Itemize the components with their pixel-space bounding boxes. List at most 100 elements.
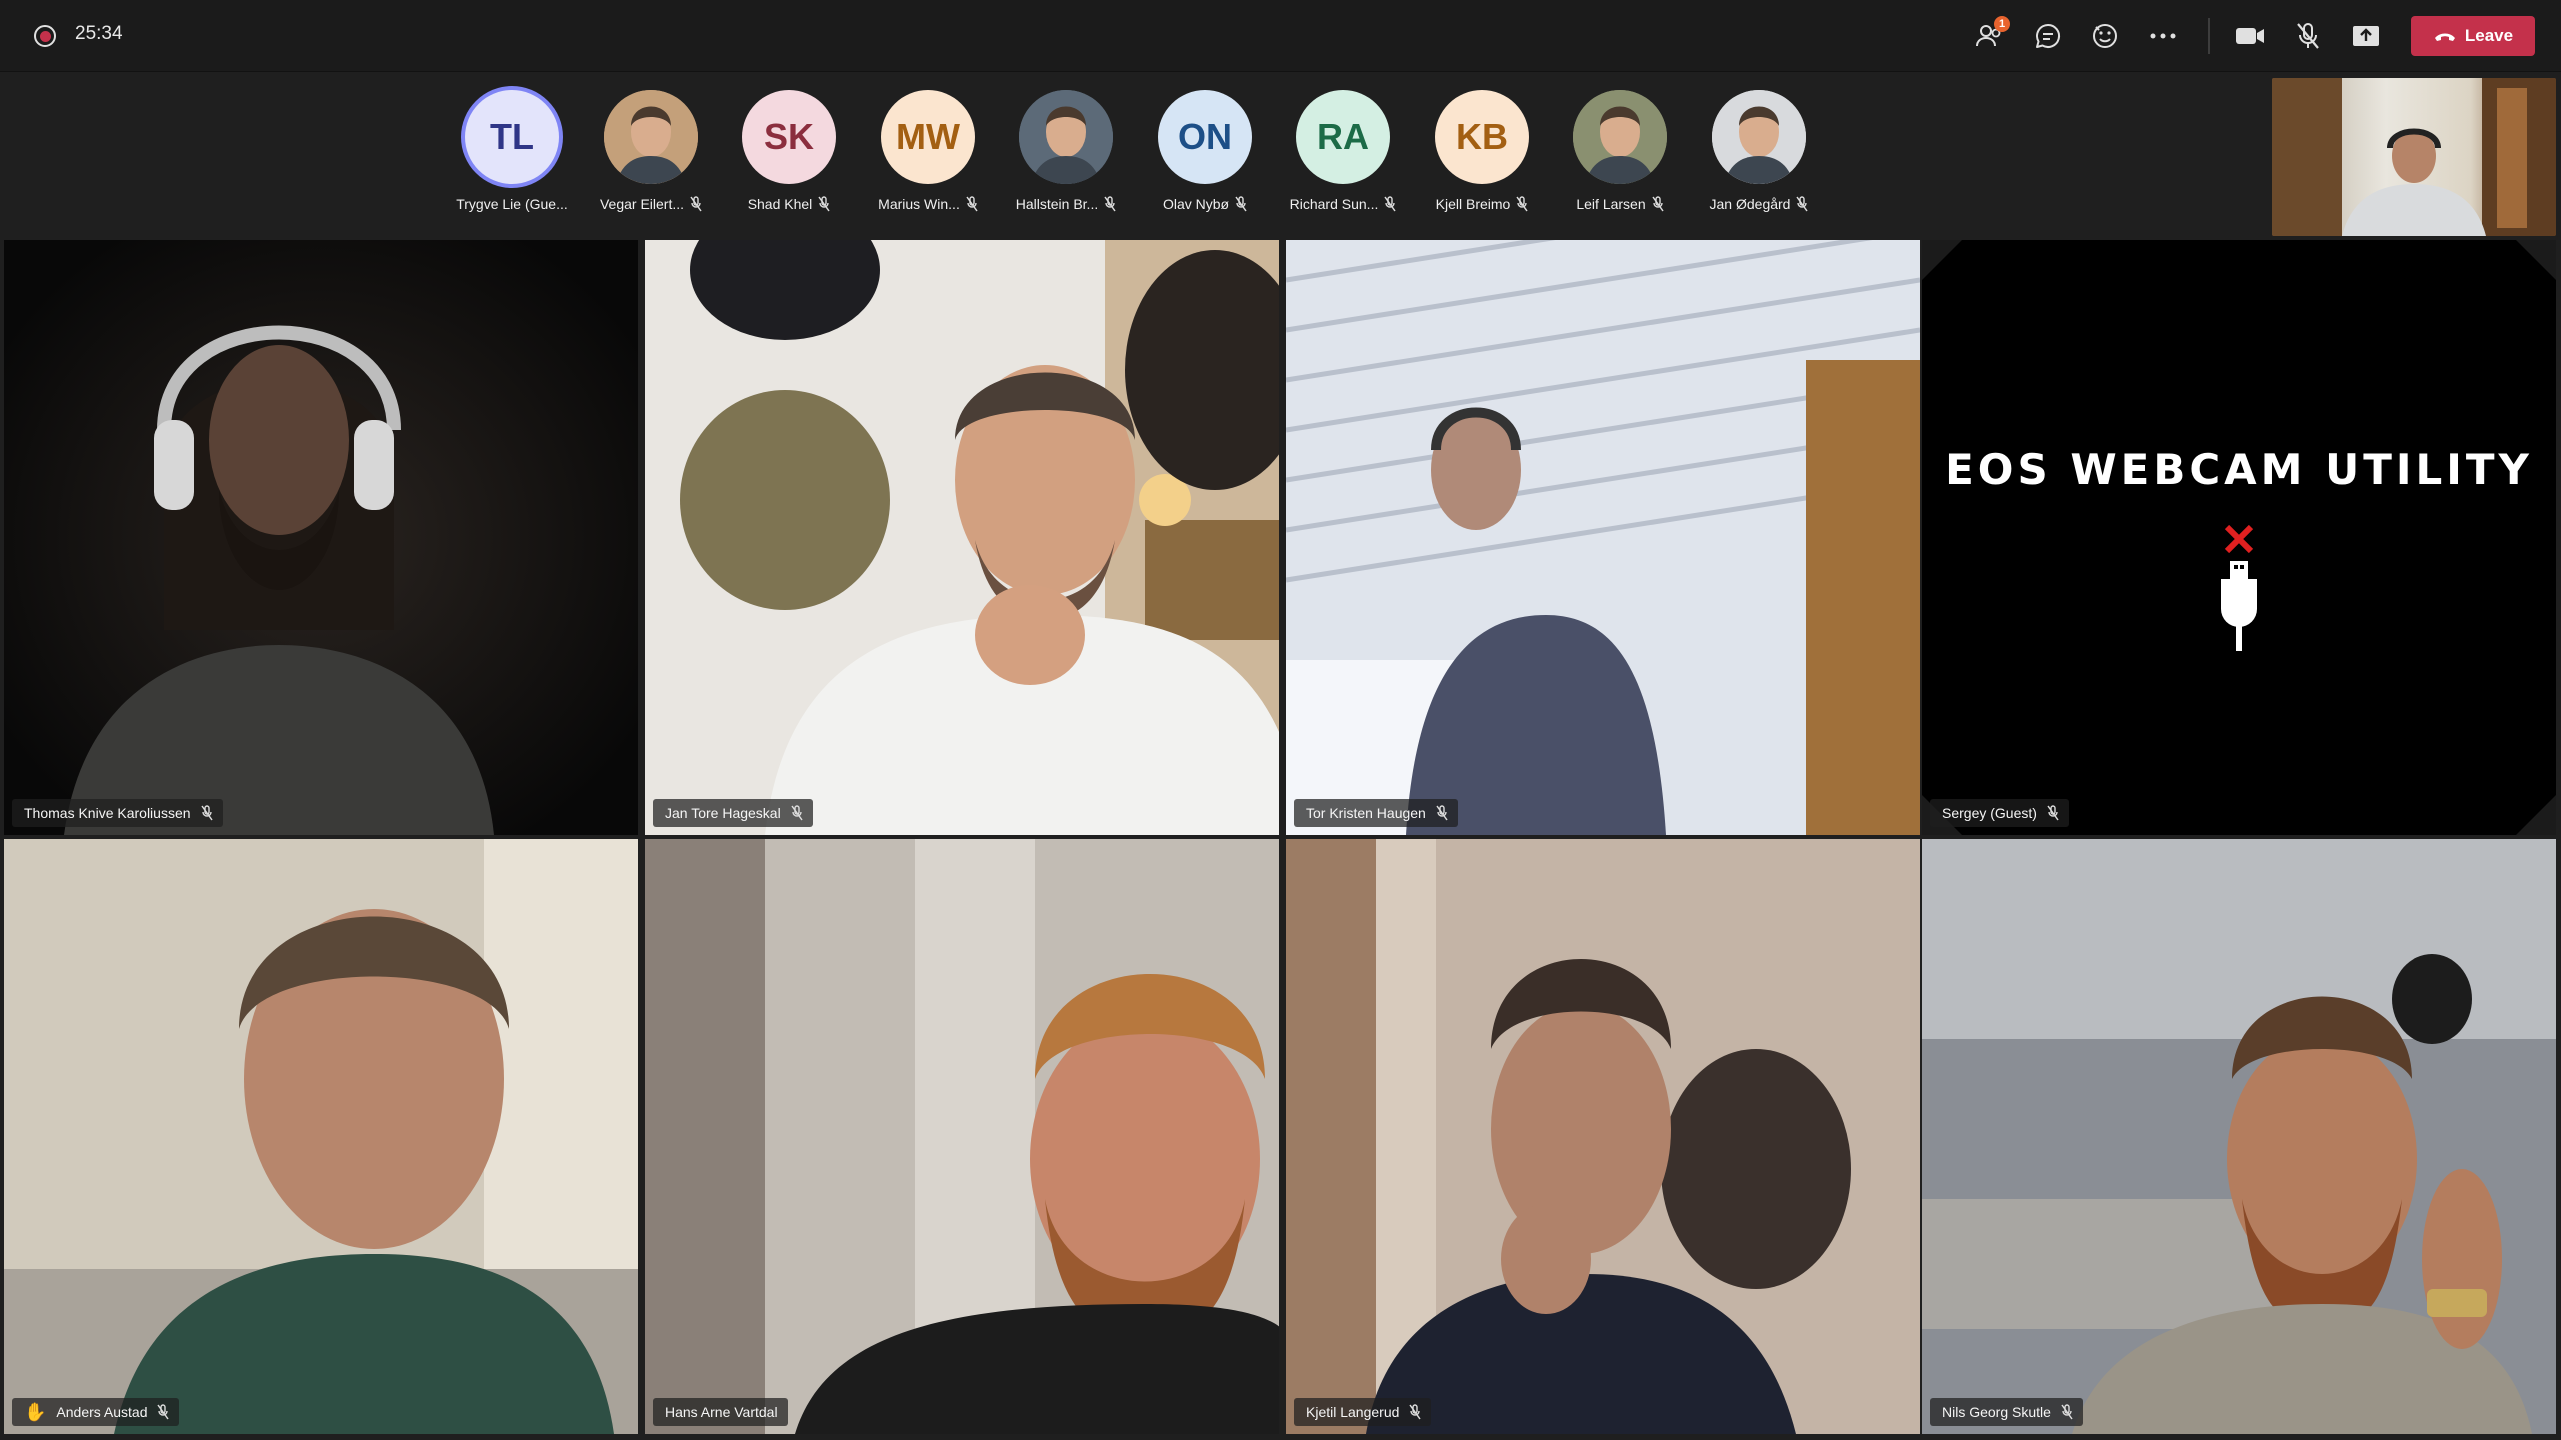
- video-tile[interactable]: Thomas Knive Karoliussen: [4, 240, 638, 835]
- participant-name-row: Marius Win...: [878, 196, 978, 212]
- avatar: TL: [465, 90, 559, 184]
- recording-indicator-icon: [34, 25, 56, 47]
- reactions-button[interactable]: [2085, 18, 2125, 54]
- leave-button[interactable]: Leave: [2411, 16, 2535, 56]
- tile-name-tag: ✋ Anders Austad: [12, 1398, 180, 1426]
- mute-status: [1235, 196, 1247, 212]
- avatar-photo: [1712, 90, 1806, 184]
- participant-name: Richard Sun...: [1289, 196, 1379, 212]
- chat-button[interactable]: [2028, 18, 2068, 54]
- usb-disconnected-icon: [2221, 525, 2257, 651]
- avatar-initials: KB: [1456, 116, 1508, 157]
- more-actions-button[interactable]: [2143, 18, 2183, 54]
- participant-name-row: Trygve Lie (Gue...: [456, 196, 568, 212]
- mic-muted-icon: [690, 196, 702, 212]
- mic-muted-icon: [1104, 196, 1116, 212]
- mic-muted-icon: [791, 805, 803, 821]
- video-tile[interactable]: Nils Georg Skutle: [1922, 839, 2556, 1434]
- self-video-preview[interactable]: [2272, 78, 2556, 236]
- raised-hand-icon: ✋: [24, 1402, 47, 1422]
- mute-status: [1516, 196, 1528, 212]
- mic-muted-icon: [1516, 196, 1528, 212]
- participant-video: [4, 240, 638, 835]
- participant-name: Olav Nybø: [1162, 196, 1230, 212]
- participant-name: Vegar Eilert...: [599, 196, 685, 212]
- participant-video: [4, 839, 638, 1434]
- avatar: MW: [881, 90, 975, 184]
- mic-button[interactable]: [2288, 18, 2328, 54]
- participant-name-row: Leif Larsen: [1576, 196, 1664, 212]
- mute-status: [966, 196, 978, 212]
- video-tile[interactable]: EOS WEBCAM UTILITY Sergey (Guest): [1922, 240, 2556, 835]
- participant-video: [645, 240, 1279, 835]
- avatar: [1019, 90, 1113, 184]
- tile-name: Hans Arne Vartdal: [665, 1404, 778, 1420]
- mic-muted-icon: [966, 196, 978, 212]
- avatar-initials: TL: [490, 116, 534, 157]
- avatar: RA: [1296, 90, 1390, 184]
- hang-up-icon: [2434, 33, 2455, 41]
- avatar: [1712, 90, 1806, 184]
- tile-name: Kjetil Langerud: [1306, 1404, 1400, 1420]
- mic-muted-icon: [2297, 23, 2319, 49]
- tile-name-tag: Kjetil Langerud: [1294, 1398, 1432, 1426]
- participant-name: Hallstein Br...: [1015, 196, 1099, 212]
- participant-name-row: Olav Nybø: [1163, 196, 1247, 212]
- participant-avatar-item[interactable]: Leif Larsen: [1552, 90, 1688, 230]
- self-video-image: [2272, 78, 2556, 236]
- avatar-photo: [1573, 90, 1667, 184]
- avatar: [604, 90, 698, 184]
- mic-muted-icon: [200, 805, 213, 821]
- avatar-initials: ON: [1178, 116, 1232, 157]
- video-tile[interactable]: Jan Tore Hageskal: [645, 240, 1279, 835]
- participant-name: Jan Ødegård: [1709, 196, 1791, 212]
- reactions-icon: [2093, 24, 2117, 48]
- participant-name: Kjell Breimo: [1435, 196, 1511, 212]
- participant-video: [1922, 839, 2556, 1434]
- participant-video: [645, 839, 1279, 1434]
- mic-muted-icon: [1652, 196, 1664, 212]
- tile-name-tag: Thomas Knive Karoliussen: [12, 799, 223, 827]
- camera-button[interactable]: [2230, 18, 2270, 54]
- avatar: [1573, 90, 1667, 184]
- avatar-photo: [604, 90, 698, 184]
- mute-status: [1384, 196, 1396, 212]
- tile-name-tag: Tor Kristen Haugen: [1294, 799, 1458, 827]
- participant-name-row: Vegar Eilert...: [600, 196, 702, 212]
- participant-avatar-item[interactable]: TL Trygve Lie (Gue...: [444, 90, 580, 230]
- video-tile[interactable]: Hans Arne Vartdal: [645, 839, 1279, 1434]
- meeting-timer: 25:34: [75, 23, 123, 44]
- meeting-toolbar: 25:34 1 Leave: [0, 0, 2561, 72]
- mute-status: [1796, 196, 1809, 212]
- participant-name: Shad Khel: [747, 196, 813, 212]
- share-screen-icon: [2353, 26, 2379, 46]
- video-tile[interactable]: Kjetil Langerud: [1286, 839, 1920, 1434]
- participant-avatar-item[interactable]: MW Marius Win...: [860, 90, 996, 230]
- participant-avatar-item[interactable]: Jan Ødegård: [1691, 90, 1827, 230]
- participant-avatar-item[interactable]: RA Richard Sun...: [1275, 90, 1411, 230]
- video-tile[interactable]: ✋ Anders Austad: [4, 839, 638, 1434]
- participant-avatar-item[interactable]: Hallstein Br...: [998, 90, 1134, 230]
- participant-avatar-item[interactable]: ON Olav Nybø: [1137, 90, 1273, 230]
- mute-status: [1104, 196, 1116, 212]
- mic-muted-icon: [2047, 805, 2059, 821]
- participant-name: Leif Larsen: [1576, 196, 1646, 212]
- people-button[interactable]: 1: [1970, 16, 2010, 54]
- share-screen-button[interactable]: [2346, 18, 2386, 54]
- mute-status: [818, 196, 830, 212]
- toolbar-divider: [2208, 18, 2210, 54]
- tile-name: Anders Austad: [56, 1404, 148, 1420]
- participant-strip: TL Trygve Lie (Gue... Vegar Eilert... SK Sha…: [0, 72, 2561, 240]
- participant-video: [1286, 240, 1920, 835]
- tile-name-tag: Jan Tore Hageskal: [653, 799, 813, 827]
- tile-name: Jan Tore Hageskal: [665, 805, 781, 821]
- mic-muted-icon: [1796, 196, 1809, 212]
- mic-muted-icon: [1384, 196, 1396, 212]
- tile-name-tag: Hans Arne Vartdal: [653, 1398, 788, 1426]
- mic-muted-icon: [1436, 805, 1448, 821]
- video-tile[interactable]: Tor Kristen Haugen: [1286, 240, 1920, 835]
- mute-status: [1652, 196, 1664, 212]
- participant-avatar-item[interactable]: Vegar Eilert...: [583, 90, 719, 230]
- participant-avatar-item[interactable]: SK Shad Khel: [721, 90, 857, 230]
- participant-avatar-item[interactable]: KB Kjell Breimo: [1414, 90, 1550, 230]
